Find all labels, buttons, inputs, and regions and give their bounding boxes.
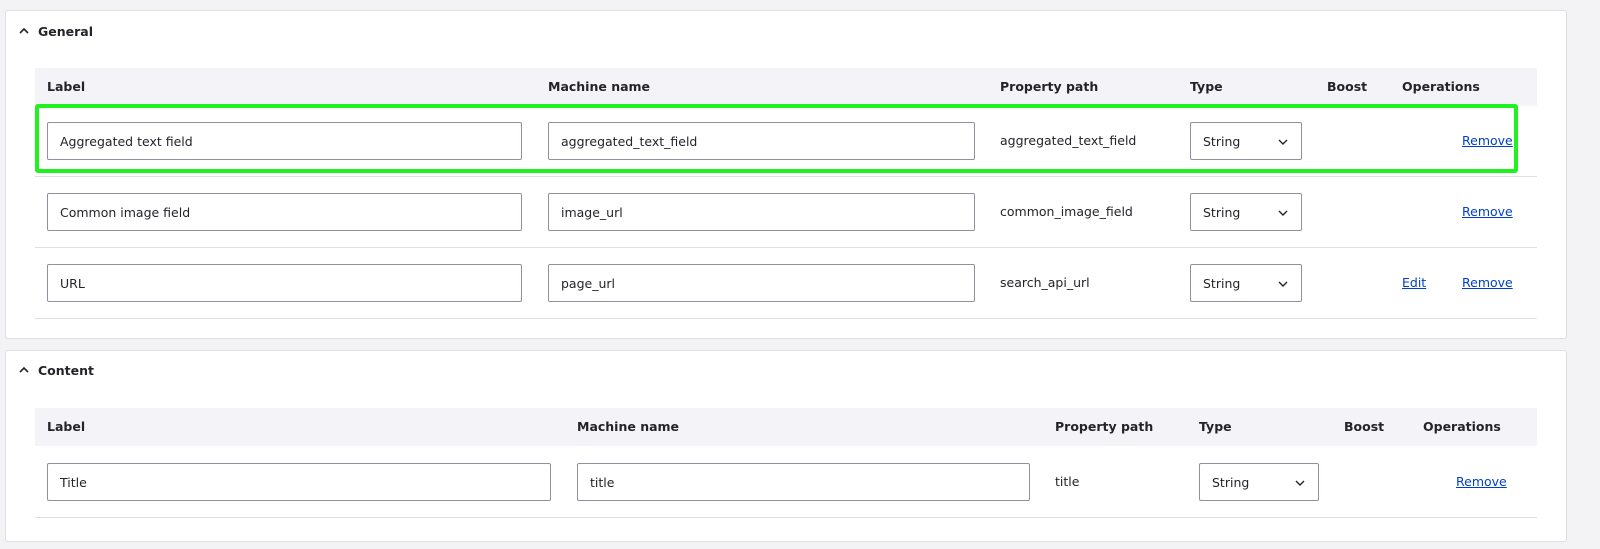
general-panel: General Label Machine name Property path… [5,10,1567,339]
general-table-header: Label Machine name Property path Type Bo… [35,68,1537,106]
chevron-up-icon [19,27,29,34]
table-row: common_image_field String Remove [35,177,1537,248]
remove-link[interactable]: Remove [1462,106,1513,176]
content-toggle[interactable]: Content [18,360,94,380]
type-select-value: String [1203,204,1241,220]
chevron-down-icon [1295,480,1305,486]
label-input[interactable] [47,122,522,160]
col-label: Label [47,79,86,94]
type-select[interactable]: String [1199,463,1319,501]
general-title: General [38,23,93,39]
chevron-down-icon [1278,210,1288,216]
chevron-down-icon [1278,281,1288,287]
content-title: Content [38,362,94,378]
machine-name-input[interactable] [548,122,975,160]
table-row: aggregated_text_field String Remove [35,106,1537,177]
machine-name-input[interactable] [577,463,1030,501]
chevron-down-icon [1278,139,1288,145]
table-row: title String Remove [35,447,1537,518]
label-input[interactable] [47,463,551,501]
remove-link[interactable]: Remove [1462,248,1513,318]
machine-name-input[interactable] [548,264,975,302]
content-table-header: Label Machine name Property path Type Bo… [35,408,1537,446]
table-row: search_api_url String Edit Remove [35,248,1537,319]
col-boost: Boost [1344,419,1385,434]
chevron-up-icon [19,366,29,373]
col-boost: Boost [1327,79,1368,94]
edit-link[interactable]: Edit [1402,248,1426,318]
general-toggle[interactable]: General [18,21,93,41]
type-select[interactable]: String [1190,193,1302,231]
type-select-value: String [1203,133,1241,149]
label-input[interactable] [47,264,522,302]
col-property-path: Property path [1000,79,1099,94]
remove-link[interactable]: Remove [1456,447,1507,517]
col-operations: Operations [1423,419,1501,434]
property-path: aggregated_text_field [1000,133,1137,148]
type-select[interactable]: String [1190,122,1302,160]
property-path: common_image_field [1000,204,1133,219]
col-operations: Operations [1402,79,1480,94]
remove-link[interactable]: Remove [1462,177,1513,247]
col-machine-name: Machine name [548,79,651,94]
type-select-value: String [1203,275,1241,291]
col-machine-name: Machine name [577,419,680,434]
machine-name-input[interactable] [548,193,975,231]
col-label: Label [47,419,86,434]
col-type: Type [1199,419,1232,434]
col-type: Type [1190,79,1223,94]
col-property-path: Property path [1055,419,1154,434]
type-select[interactable]: String [1190,264,1302,302]
property-path: search_api_url [1000,275,1090,290]
content-panel: Content Label Machine name Property path… [5,350,1567,542]
property-path: title [1055,474,1080,489]
type-select-value: String [1212,474,1250,490]
label-input[interactable] [47,193,522,231]
